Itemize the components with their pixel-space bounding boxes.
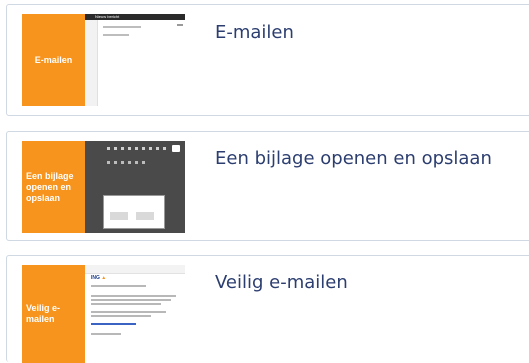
tutorial-card-veilig[interactable]: Veilig e-mailen ING ▲ Veilig e-mailen: [6, 255, 529, 363]
thumbnail-screenshot: ING ▲: [85, 265, 185, 363]
mock-text-line: [91, 303, 161, 305]
mock-close-mark: [177, 24, 183, 26]
mock-window-title: Nieuw bericht: [95, 14, 120, 19]
mock-link-line: [91, 323, 136, 325]
mock-window-topbar: Nieuw bericht: [85, 14, 185, 20]
thumbnail-label: Veilig e-mailen: [26, 303, 61, 324]
mock-file-chip: [136, 212, 154, 220]
thumbnail-screenshot: Nieuw bericht: [85, 14, 185, 106]
printer-icon: [172, 145, 180, 152]
ing-logo-text: ING: [91, 275, 100, 281]
mock-toolbar-dots: [107, 147, 167, 150]
card-title[interactable]: Veilig e-mailen: [215, 272, 348, 293]
mock-toolbar-dots: [107, 161, 147, 164]
thumbnail-label-panel: Een bijlage openen en opslaan: [22, 141, 85, 233]
mock-text-line: [91, 311, 166, 313]
lion-icon: ▲: [101, 275, 107, 281]
mock-file-chip: [110, 212, 128, 220]
mock-text-line: [103, 26, 141, 28]
thumbnail-screenshot: [85, 141, 185, 233]
card-thumbnail[interactable]: E-mailen Nieuw bericht: [22, 14, 185, 106]
tutorial-card-emailen[interactable]: E-mailen Nieuw bericht E-mailen: [6, 4, 529, 116]
card-title[interactable]: E-mailen: [215, 22, 294, 43]
card-thumbnail[interactable]: Veilig e-mailen ING ▲: [22, 265, 185, 363]
mock-text-line: [91, 295, 176, 297]
mock-save-dialog: [103, 195, 165, 229]
thumbnail-label: Een bijlage openen en opslaan: [26, 170, 74, 203]
ing-logo: ING ▲: [91, 275, 106, 281]
mock-text-line: [91, 333, 121, 335]
mock-text-line: [91, 285, 146, 287]
mock-sidebar: [85, 20, 98, 106]
card-title[interactable]: Een bijlage openen en opslaan: [215, 148, 492, 169]
mock-text-line: [91, 299, 171, 301]
card-thumbnail[interactable]: Een bijlage openen en opslaan: [22, 141, 185, 233]
tutorial-card-bijlage[interactable]: Een bijlage openen en opslaan Een bijlag…: [6, 131, 529, 241]
mock-text-line: [91, 315, 151, 317]
mock-mail-header: [85, 265, 185, 274]
mock-text-line: [103, 34, 129, 36]
thumbnail-label: E-mailen: [34, 54, 73, 65]
thumbnail-label-panel: E-mailen: [22, 14, 85, 106]
thumbnail-label-panel: Veilig e-mailen: [22, 265, 85, 363]
